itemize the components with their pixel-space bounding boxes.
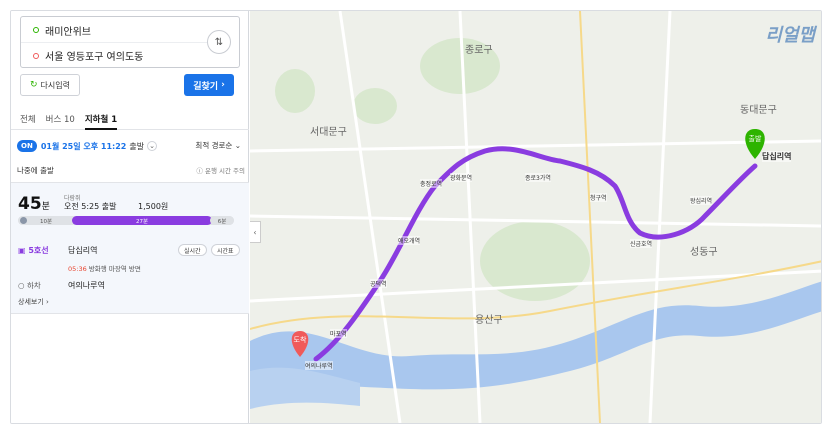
- start-marker-label: 출발: [749, 134, 762, 143]
- departure-row: ON 01월 25일 오후 11:22 출발 ⌄ 최적 경로순 ⌄: [17, 138, 245, 154]
- station-label[interactable]: 마포역: [330, 329, 347, 338]
- late-departure-link[interactable]: 나중에 출발: [17, 166, 54, 175]
- realtime-button[interactable]: 실시간: [178, 244, 207, 256]
- next-train-note: 마장역 방면: [108, 265, 141, 273]
- detail-link[interactable]: 상세보기 ›: [18, 297, 49, 307]
- alight-label: ○ 하차: [18, 280, 41, 291]
- next-train-time: 05:36: [68, 265, 87, 273]
- arrival-time: 오전 5:25 출발: [64, 202, 117, 211]
- station-label[interactable]: 청구역: [590, 193, 607, 202]
- circle-icon: ○: [18, 281, 25, 290]
- next-train-dest: 방화행: [88, 265, 107, 273]
- duration-num: 45: [18, 194, 42, 214]
- operation-info[interactable]: ⓘ 운행 시간 주의: [196, 165, 245, 175]
- refresh-icon: ↻: [30, 80, 38, 90]
- chevron-right-icon: ›: [46, 298, 49, 306]
- on-toggle[interactable]: ON: [17, 140, 37, 152]
- chevron-left-icon: ‹: [253, 227, 257, 237]
- sort-dropdown[interactable]: 최적 경로순 ⌄: [195, 140, 241, 151]
- district-label: 용산구: [475, 315, 503, 326]
- district-label: 성동구: [690, 247, 718, 258]
- walk-icon: [20, 217, 27, 224]
- segment-walk: 6분: [210, 216, 234, 225]
- board-station: 답십리역: [68, 246, 98, 255]
- station-label[interactable]: 종로3가역: [525, 173, 551, 182]
- next-train: 05:36 방화행 마장역 방면: [68, 263, 141, 273]
- station-label[interactable]: 왕십리역: [690, 196, 713, 205]
- station-label[interactable]: 답십리역: [762, 151, 792, 162]
- start-dot-icon: [33, 27, 39, 33]
- station-label[interactable]: 공덕역: [370, 279, 387, 288]
- operation-info-label: 운행 시간 주의: [204, 167, 245, 175]
- route-result-card[interactable]: 45분 다람쥐 오전 5:25 출발 1,500원 10분 27분 6분 ▣ 5…: [11, 182, 249, 314]
- reset-button[interactable]: ↻ 다시입력: [20, 74, 80, 96]
- end-dot-icon: [33, 52, 39, 59]
- map-canvas: 도착 출발: [250, 11, 821, 423]
- station-label[interactable]: 충정로역: [420, 179, 443, 188]
- collapse-panel-button[interactable]: ‹: [250, 221, 261, 243]
- alight-station: 여의나루역: [68, 281, 105, 290]
- tab-bus[interactable]: 버스 10: [46, 108, 75, 130]
- subway-icon: [74, 217, 81, 224]
- reset-label: 다시입력: [40, 80, 70, 90]
- park-area: [275, 69, 315, 113]
- station-label[interactable]: 신금호역: [630, 239, 653, 248]
- app-frame: 래미안위브 서울 영등포구 여의도동 ⇅ ↻ 다시입력 길찾기 › 전체 버스 …: [10, 10, 822, 424]
- tab-all[interactable]: 전체: [20, 108, 36, 130]
- district-label: 종로구: [465, 45, 493, 56]
- sort-label: 최적 경로순: [195, 141, 233, 150]
- subway-line: ▣ 5호선: [18, 245, 49, 256]
- chevron-down-icon: ⌄: [234, 141, 241, 150]
- info-icon: ⓘ: [196, 167, 203, 175]
- timetable-button[interactable]: 시간표: [211, 244, 240, 256]
- end-field[interactable]: 서울 영등포구 여의도동: [21, 43, 207, 68]
- map-view[interactable]: 도착 출발 리얼맵 종로구 서대문구 용산구 성동구 동대문구 답십리역 충정로…: [250, 11, 821, 423]
- station-label[interactable]: 애오개역: [398, 236, 421, 245]
- find-label: 길찾기: [193, 81, 219, 92]
- duration: 45분: [18, 194, 50, 214]
- departure-datetime[interactable]: 01월 25일 오후 11:22: [41, 141, 127, 152]
- swap-button[interactable]: ⇅: [207, 30, 231, 54]
- segment-bar: 10분 27분 6분: [18, 216, 234, 225]
- station-label[interactable]: 광화문역: [450, 173, 473, 182]
- duration-unit: 분: [41, 202, 50, 212]
- subway-icon: ▣: [18, 246, 26, 255]
- park-area: [353, 88, 397, 124]
- end-text: 서울 영등포구 여의도동: [45, 52, 144, 63]
- tab-subway[interactable]: 지하철 1: [84, 108, 118, 130]
- end-marker-label: 도착: [294, 336, 307, 344]
- fare: 1,500원: [138, 202, 169, 211]
- departure-suffix: 출발: [129, 141, 145, 151]
- alight-label-text: 하차: [26, 281, 41, 290]
- line-label: 5호선: [28, 246, 49, 255]
- chevron-down-icon[interactable]: ⌄: [147, 141, 158, 151]
- district-label: 서대문구: [310, 127, 347, 138]
- station-label[interactable]: 여의나루역: [305, 361, 333, 370]
- transit-tabs: 전체 버스 10 지하철 1: [11, 108, 249, 130]
- find-route-button[interactable]: 길찾기 ›: [184, 74, 234, 96]
- late-departure-row: 나중에 출발 ⓘ 운행 시간 주의: [17, 165, 245, 176]
- district-label: 동대문구: [740, 105, 777, 116]
- route-search-box: 래미안위브 서울 영등포구 여의도동 ⇅: [20, 16, 240, 68]
- swap-vertical-icon: ⇅: [214, 36, 224, 48]
- route-panel: 래미안위브 서울 영등포구 여의도동 ⇅ ↻ 다시입력 길찾기 › 전체 버스 …: [11, 11, 249, 423]
- start-field[interactable]: 래미안위브: [21, 18, 207, 43]
- chevron-right-icon: ›: [221, 80, 225, 90]
- segment-subway: 27분: [72, 216, 212, 225]
- start-text: 래미안위브: [45, 26, 91, 38]
- detail-label: 상세보기: [18, 298, 44, 306]
- map-logo: 리얼맵: [765, 25, 815, 46]
